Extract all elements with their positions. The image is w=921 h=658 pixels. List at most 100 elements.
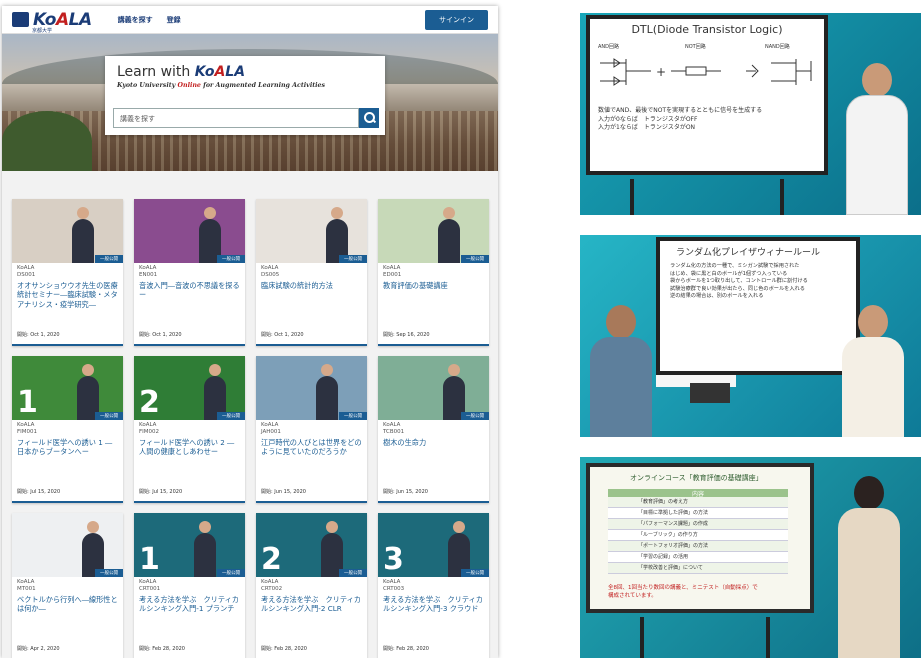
course-card[interactable]: 3 一般公開 KoALA CRT003 考える方法を学ぶ クリティカルシンキング入門-3… <box>378 513 489 658</box>
course-org: KoALA <box>383 422 401 428</box>
lecturer <box>838 476 900 658</box>
public-badge: 一般公開 <box>461 569 489 577</box>
course-title[interactable]: 考える方法を学ぶ クリティカルシンキング入門-3 クラウド <box>383 595 484 614</box>
course-title[interactable]: ベクトルから行列へ―線形性とは何か― <box>17 595 118 614</box>
course-start-date: 開始: Sep 16, 2020 <box>383 332 430 338</box>
slide-line: 試験治療群で良い効果が出たら、同じ色のボールを入れる <box>670 285 805 292</box>
course-code: FIM001 <box>17 428 38 435</box>
course-start-date: 開始: Oct 1, 2020 <box>261 332 304 338</box>
course-thumbnail[interactable]: 2 一般公開 <box>134 356 245 420</box>
course-thumbnail[interactable]: 一般公開 <box>378 199 489 263</box>
episode-number: 1 <box>17 385 38 420</box>
hero-search-card: Learn with KoALA Kyoto University Online… <box>105 56 385 135</box>
public-badge: 一般公開 <box>461 255 489 263</box>
course-thumbnail[interactable]: 一般公開 <box>378 356 489 420</box>
instructor-image <box>438 207 460 263</box>
public-badge: 一般公開 <box>95 255 123 263</box>
course-card[interactable]: 1 一般公開 KoALA FIM001 フィールド医学への誘い 1 ―日本からブータンへ… <box>12 356 123 503</box>
lecture-video-dtl: DTL(Diode Transistor Logic) AND回路 NOT回路 … <box>580 13 921 215</box>
koala-logo[interactable]: KoALA 京都大学 <box>12 10 92 34</box>
course-title[interactable]: 考える方法を学ぶ クリティカルシンキング入門-1 プランチ <box>139 595 240 614</box>
course-card[interactable]: 2 一般公開 KoALA CRT002 考える方法を学ぶ クリティカルシンキング入門-2… <box>256 513 367 658</box>
slide-table-row: 「教育評価」の考え方 <box>608 497 788 508</box>
course-start-date: 開始: Apr 2, 2020 <box>17 646 60 652</box>
slide-label-nand: NAND回路 <box>765 44 790 50</box>
course-thumbnail[interactable]: 1 一般公開 <box>134 513 245 577</box>
course-card[interactable]: 一般公開 KoALA DS005 臨床試験の統計的方法 開始: Oct 1, 2020 <box>256 199 367 346</box>
instructor-image <box>316 364 338 420</box>
nav-find-courses[interactable]: 講義を探す <box>118 15 153 25</box>
course-search-input[interactable]: 講義を探す <box>113 108 359 128</box>
course-thumbnail[interactable]: 一般公開 <box>134 199 245 263</box>
course-code: EN001 <box>139 271 158 278</box>
course-start-date: 開始: Jul 15, 2020 <box>17 489 61 495</box>
course-code: DS001 <box>17 271 36 278</box>
course-code: CRT001 <box>139 585 161 592</box>
course-start-date: 開始: Jun 15, 2020 <box>383 489 428 495</box>
course-thumbnail[interactable]: 一般公開 <box>256 199 367 263</box>
svg-text:+: + <box>656 65 666 79</box>
course-title[interactable]: フィールド医学への誘い 2 ―人間の健康としあわせー <box>139 438 240 457</box>
episode-number: 2 <box>261 542 282 577</box>
circuit-diagram: + <box>600 58 812 86</box>
slide-table: 内容 「教育評価」の考え方 「目標に準拠した評価」の方法 「パフォーマンス課題」の作… <box>608 489 788 574</box>
course-title[interactable]: 臨床試験の統計的方法 <box>261 281 362 291</box>
slide-title: DTL(Diode Transistor Logic) <box>631 23 783 36</box>
course-org: KoALA <box>383 265 401 271</box>
course-thumbnail[interactable]: 一般公開 <box>12 199 123 263</box>
course-card[interactable]: 一般公開 KoALA TCB001 樹木の生命力開始: Jun 15, 2020 <box>378 356 489 503</box>
slide-table-row: 「ポートフォリオ評価」の方法 <box>608 541 788 552</box>
course-thumbnail[interactable]: 2 一般公開 <box>256 513 367 577</box>
public-badge: 一般公開 <box>217 412 245 420</box>
course-code: CRT003 <box>383 585 405 592</box>
course-card[interactable]: 一般公開 KoALA ED001 教育評価の基礎講座 開始: Sep 16, 2020 <box>378 199 489 346</box>
course-org: KoALA <box>17 265 35 271</box>
course-card[interactable]: 一般公開 KoALA DS001 オオサンショウウオ先生の医療統計セミナー―臨床試験・… <box>12 199 123 346</box>
course-org: KoALA <box>139 579 157 585</box>
episode-number: 1 <box>139 542 160 577</box>
slide-label-and: AND回路 <box>598 44 620 50</box>
course-card[interactable]: 一般公開 KoALA JAH001 江戸時代の人びとは世界をどのように見ていたのだろう… <box>256 356 367 503</box>
course-code: MT001 <box>17 585 36 592</box>
instructor-image <box>194 521 216 577</box>
public-badge: 一般公開 <box>339 255 367 263</box>
course-title[interactable]: オオサンショウウオ先生の医療統計セミナー―臨床試験・メタアナリシス・疫学研究― <box>17 281 118 310</box>
logo-subtitle: 京都大学 <box>32 28 53 34</box>
course-org: KoALA <box>261 265 279 271</box>
slide-note: 全8回、1回当たり数回の講義と、ミニテスト（自動採点）で 構成されています。 <box>608 585 758 599</box>
signin-button[interactable]: サインイン <box>425 9 488 30</box>
slide-line: 入力が1ならば トランジスタがON <box>598 124 696 132</box>
course-card[interactable]: 1 一般公開 KoALA CRT001 考える方法を学ぶ クリティカルシンキング入門-1… <box>134 513 245 658</box>
course-card[interactable]: 一般公開 KoALA EN001 音波入門―音波の不思議を探るー 開始: Oct 1, … <box>134 199 245 346</box>
nav-register[interactable]: 登録 <box>167 15 181 25</box>
slide-table-row: 「学習の記録」の活用 <box>608 552 788 563</box>
slide-title: ランダム化プレイザウィナールール <box>676 248 821 258</box>
course-card[interactable]: 2 一般公開 KoALA FIM002 フィールド医学への誘い 2 ―人間の健康としあわ… <box>134 356 245 503</box>
course-title[interactable]: 音波入門―音波の不思議を探るー <box>139 281 240 300</box>
course-thumbnail[interactable]: 一般公開 <box>256 356 367 420</box>
course-title[interactable]: フィールド医学への誘い 1 ―日本からブータンへー <box>17 438 118 457</box>
hero-heading: Learn with KoALA <box>117 64 246 80</box>
course-card[interactable]: 一般公開 KoALA MT001 ベクトルから行列へ―線形性とは何か― 開始: Apr … <box>12 513 123 658</box>
course-title[interactable]: 教育評価の基礎講座 <box>383 281 484 291</box>
course-code: CRT002 <box>261 585 283 592</box>
instructor-image <box>72 207 94 263</box>
search-icon[interactable] <box>359 108 379 128</box>
course-code: TCB001 <box>383 428 405 435</box>
course-org: KoALA <box>383 579 401 585</box>
university-crest-icon <box>12 12 29 27</box>
course-title[interactable]: 樹木の生命力 <box>383 438 484 448</box>
hero-banner: Learn with KoALA Kyoto University Online… <box>2 34 498 171</box>
lecturer <box>590 305 652 437</box>
lecture-video-evaluation: オンラインコース「教育評価の基礎講座」 内容 「教育評価」の考え方 「目標に準拠し… <box>580 457 921 658</box>
course-title[interactable]: 考える方法を学ぶ クリティカルシンキング入門-2 CLR <box>261 595 362 614</box>
course-title[interactable]: 江戸時代の人びとは世界をどのように見ていたのだろうか <box>261 438 362 457</box>
course-org: KoALA <box>139 422 157 428</box>
course-thumbnail[interactable]: 一般公開 <box>12 513 123 577</box>
course-org: KoALA <box>261 422 279 428</box>
slide-table-row: 「ルーブリック」の作り方 <box>608 530 788 541</box>
course-thumbnail[interactable]: 1 一般公開 <box>12 356 123 420</box>
public-badge: 一般公開 <box>217 255 245 263</box>
slide-table-row: 「学校改善と評価」について <box>608 563 788 574</box>
course-thumbnail[interactable]: 3 一般公開 <box>378 513 489 577</box>
